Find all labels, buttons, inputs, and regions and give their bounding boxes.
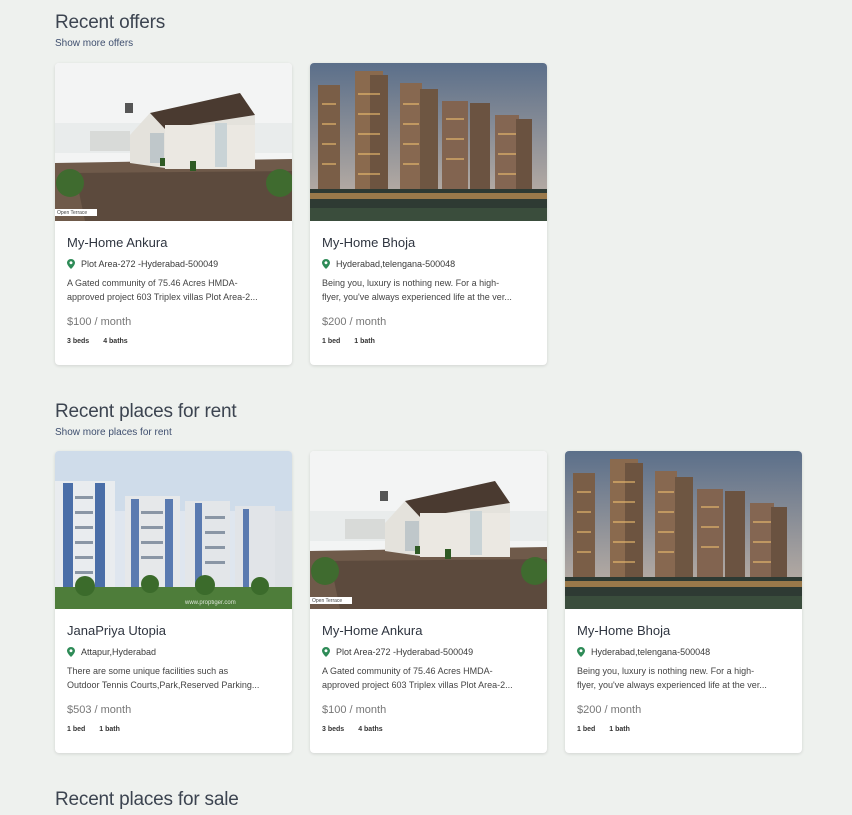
show-more-offers-link[interactable]: Show more offers [55, 38, 165, 49]
property-features: 3 beds 4 baths [67, 338, 280, 345]
offers-card-list: Open Terrace My-Home Ankura Plot Area-27… [55, 63, 547, 365]
property-card[interactable]: My-Home Bhoja Hyderabad,telengana-500048… [565, 451, 802, 753]
property-image: www.proptiger.com [55, 451, 292, 609]
sale-section-header: Recent places for sale [55, 789, 239, 811]
rent-title: Recent places for rent [55, 401, 237, 422]
property-card[interactable]: Open Terrace My-Home Ankura Plot Area-27… [310, 451, 547, 753]
property-title: My-Home Bhoja [577, 623, 671, 638]
property-features: 1 bed 1 bath [577, 726, 790, 733]
description-line: flyer, you've always experienced life at… [322, 292, 512, 302]
property-image [565, 451, 802, 609]
location-pin-icon [322, 647, 330, 657]
image-watermark: www.proptiger.com [185, 600, 236, 606]
property-title: My-Home Ankura [67, 235, 168, 250]
property-features: 1 bed 1 bath [67, 726, 280, 733]
property-location: Plot Area-272 -Hyderabad-500049 [67, 259, 280, 269]
rent-card-list: www.proptiger.com JanaPriya Utopia Attap… [55, 451, 802, 753]
beds-count: 1 bed [322, 338, 341, 345]
image-caption: Open Terrace [57, 210, 88, 216]
property-title: JanaPriya Utopia [67, 623, 166, 638]
description-line: flyer, you've always experienced life at… [577, 680, 767, 690]
beds-count: 1 bed [67, 726, 86, 733]
description-line: Being you, luxury is nothing new. For a … [577, 666, 755, 676]
property-location: Hyderabad,telengana-500048 [577, 647, 790, 657]
baths-count: 1 bath [609, 726, 630, 733]
description-line: approved project 603 Triplex villas Plot… [67, 292, 258, 302]
description-line: approved project 603 Triplex villas Plot… [322, 680, 513, 690]
baths-count: 4 baths [358, 726, 383, 733]
property-price: $200 / month [577, 704, 642, 716]
property-price: $503 / month [67, 704, 132, 716]
offers-title: Recent offers [55, 12, 166, 33]
property-features: 1 bed 1 bath [322, 338, 535, 345]
baths-count: 1 bath [354, 338, 375, 345]
rent-section-header: Recent places for rent Show more places … [55, 401, 237, 438]
property-description: There are some unique facilities such as… [67, 664, 280, 692]
sale-title: Recent places for sale [55, 789, 239, 810]
baths-count: 1 bath [99, 726, 120, 733]
baths-count: 4 baths [103, 338, 128, 345]
description-line: Being you, luxury is nothing new. For a … [322, 278, 500, 288]
property-image: Open Terrace [310, 451, 547, 609]
property-description: Being you, luxury is nothing new. For a … [577, 664, 790, 692]
show-more-rent-link[interactable]: Show more places for rent [55, 427, 236, 438]
beds-count: 3 beds [67, 338, 90, 345]
property-image: Open Terrace [55, 63, 292, 221]
description-line: Outdoor Tennis Courts,Park,Reserved Park… [67, 680, 260, 690]
property-price: $200 / month [322, 316, 387, 328]
property-title: My-Home Bhoja [322, 235, 416, 250]
image-caption: Open Terrace [312, 598, 343, 604]
property-price: $100 / month [322, 704, 387, 716]
location-text: Plot Area-272 -Hyderabad-500049 [81, 259, 219, 269]
property-card[interactable]: Open Terrace My-Home Ankura Plot Area-27… [55, 63, 292, 365]
property-image [310, 63, 547, 221]
property-title: My-Home Ankura [322, 623, 423, 638]
offers-section-header: Recent offers Show more offers [55, 12, 165, 49]
property-description: A Gated community of 75.46 Acres HMDA- a… [67, 276, 280, 304]
property-card[interactable]: www.proptiger.com JanaPriya Utopia Attap… [55, 451, 292, 753]
property-card[interactable]: My-Home Bhoja Hyderabad,telengana-500048… [310, 63, 547, 365]
location-pin-icon [577, 647, 585, 657]
beds-count: 3 beds [322, 726, 345, 733]
property-price: $100 / month [67, 316, 132, 328]
property-location: Attapur,Hyderabad [67, 647, 280, 657]
location-pin-icon [67, 259, 75, 269]
beds-count: 1 bed [577, 726, 596, 733]
description-line: A Gated community of 75.46 Acres HMDA- [322, 666, 493, 676]
location-text: Hyderabad,telengana-500048 [336, 259, 456, 269]
property-description: A Gated community of 75.46 Acres HMDA- a… [322, 664, 535, 692]
property-description: Being you, luxury is nothing new. For a … [322, 276, 535, 304]
location-text: Plot Area-272 -Hyderabad-500049 [336, 647, 474, 657]
location-pin-icon [322, 259, 330, 269]
property-features: 3 beds 4 baths [322, 726, 535, 733]
location-text: Attapur,Hyderabad [81, 647, 157, 657]
property-location: Plot Area-272 -Hyderabad-500049 [322, 647, 535, 657]
location-pin-icon [67, 647, 75, 657]
description-line: A Gated community of 75.46 Acres HMDA- [67, 278, 238, 288]
location-text: Hyderabad,telengana-500048 [591, 647, 711, 657]
property-location: Hyderabad,telengana-500048 [322, 259, 535, 269]
description-line: There are some unique facilities such as [67, 666, 229, 676]
